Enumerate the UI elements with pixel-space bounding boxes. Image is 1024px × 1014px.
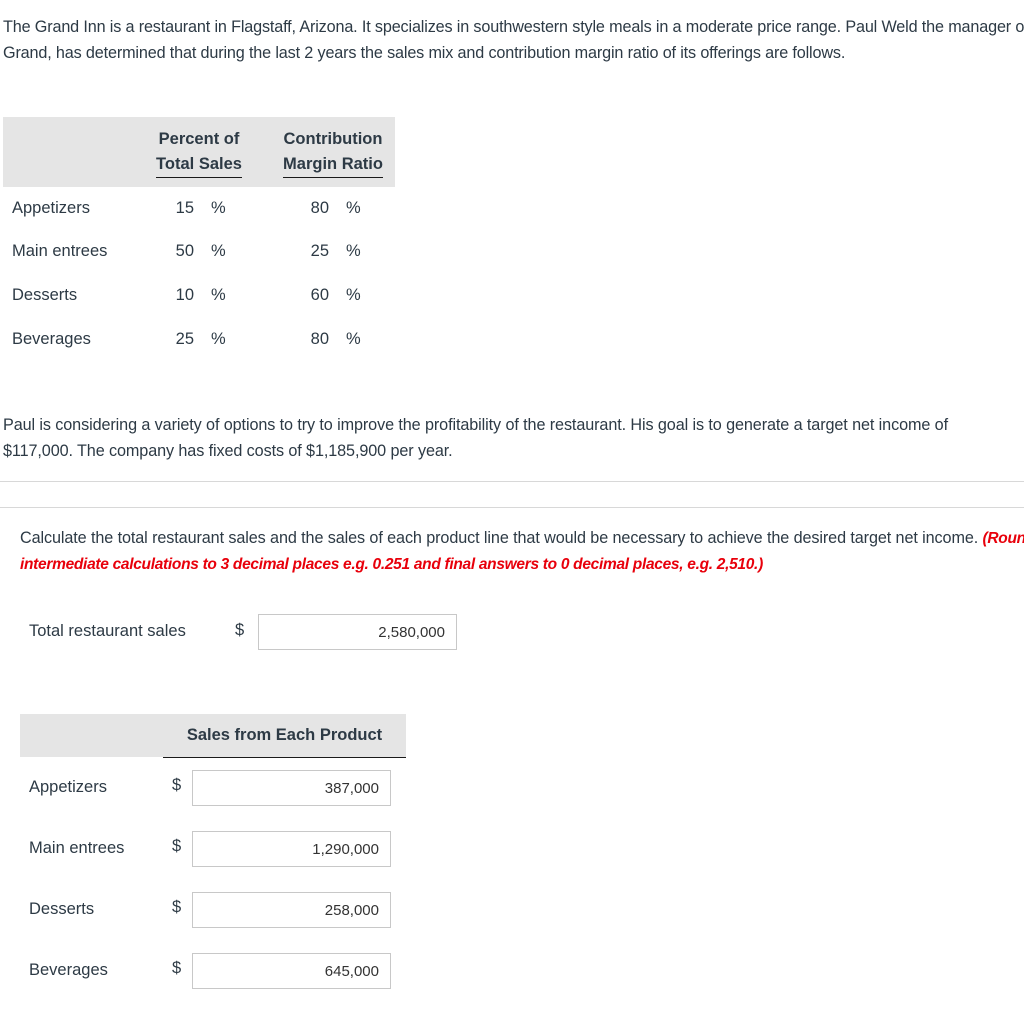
total-sales-label: Total restaurant sales (29, 622, 186, 640)
header-sales-from-each-product: Sales from Each Product (186, 726, 383, 744)
product-label: Appetizers (29, 778, 107, 796)
goal-paragraph: Paul is considering a variety of options… (3, 416, 948, 460)
appetizers-sales-input[interactable] (192, 770, 391, 806)
percent-sign: % (346, 286, 361, 304)
row-label: Beverages (12, 330, 91, 348)
product-label: Desserts (29, 900, 95, 918)
currency-symbol: $ (172, 837, 182, 855)
header-line: Margin Ratio (283, 155, 383, 173)
percent-sign: % (346, 330, 361, 348)
cm-ratio-value: 60 (310, 286, 329, 304)
header-underline (163, 757, 406, 758)
percent-sign: % (346, 242, 361, 260)
header-contribution-margin-ratio: Contribution Margin Ratio (278, 127, 388, 178)
product-label: Beverages (29, 961, 108, 979)
intro-paragraph: The Grand Inn is a restaurant in Flagsta… (3, 18, 1024, 62)
total-sales-input[interactable] (258, 614, 457, 650)
question-text: Calculate the total restaurant sales and… (20, 526, 1024, 577)
section-divider (0, 507, 1024, 508)
percent-sign: % (211, 199, 226, 217)
percent-sign: % (211, 286, 226, 304)
row-label: Desserts (12, 286, 78, 304)
percent-sign: % (346, 199, 361, 217)
currency-symbol: $ (172, 959, 182, 977)
header-percent-of-total-sales: Percent of Total Sales (154, 127, 244, 178)
section-divider (0, 481, 1024, 482)
desserts-sales-input[interactable] (192, 892, 391, 928)
header-line: Percent of (158, 130, 240, 148)
percent-of-sales-value: 10 (175, 286, 194, 304)
row-label: Main entrees (12, 242, 108, 260)
product-label: Main entrees (29, 839, 125, 857)
currency-symbol: $ (172, 898, 182, 916)
question-prompt: Calculate the total restaurant sales and… (20, 529, 979, 547)
cm-ratio-value: 25 (310, 242, 329, 260)
cm-ratio-value: 80 (310, 330, 329, 348)
beverages-sales-input[interactable] (192, 953, 391, 989)
main-entrees-sales-input[interactable] (192, 831, 391, 867)
percent-of-sales-value: 15 (175, 199, 194, 217)
percent-of-sales-value: 25 (175, 330, 194, 348)
header-line: Contribution (283, 130, 383, 148)
percent-of-sales-value: 50 (175, 242, 194, 260)
currency-symbol: $ (172, 776, 182, 794)
percent-sign: % (211, 242, 226, 260)
header-line: Total Sales (156, 155, 242, 173)
percent-sign: % (211, 330, 226, 348)
cm-ratio-value: 80 (310, 199, 329, 217)
currency-symbol: $ (235, 621, 245, 639)
row-label: Appetizers (12, 199, 90, 217)
